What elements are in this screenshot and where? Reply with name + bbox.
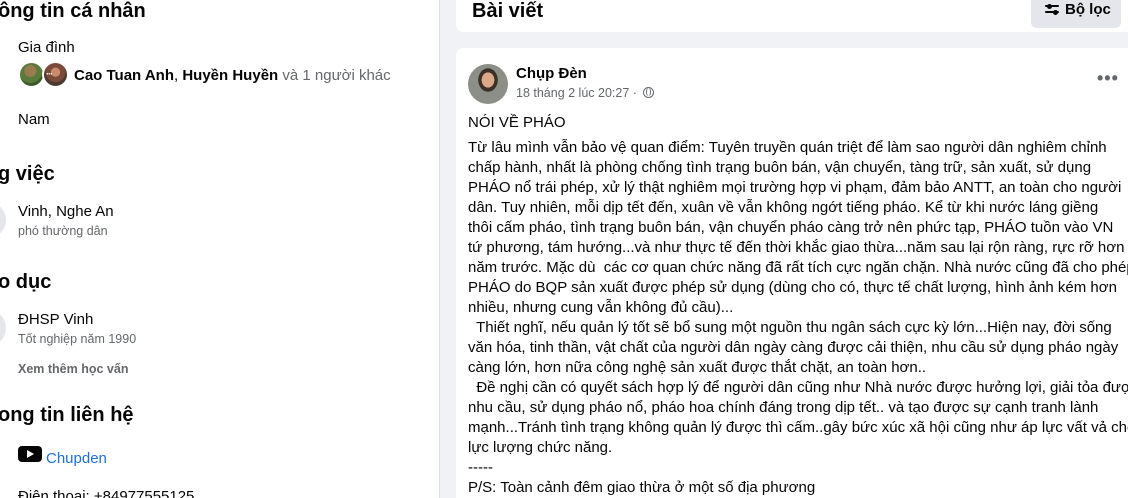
family-member-link[interactable]: Huyền Huyền: [182, 67, 278, 84]
phone-text: Điện thoại: +84977555125: [18, 488, 195, 498]
globe-icon[interactable]: [643, 87, 655, 98]
see-more-education-link[interactable]: Xem thêm học vấn: [18, 362, 128, 376]
youtube-icon: [18, 446, 42, 462]
post-line: PHÁO nổ trái phép, xử lý thật nghiêm mọi…: [468, 179, 1122, 196]
work-section-title: g việc: [0, 163, 55, 185]
post-card: Chụp Đèn 18 tháng 2 lúc 20:27 · ••• NÓI …: [456, 48, 1128, 498]
post-line: nhu cầu, sử dụng pháo nổ, pháo hoa chính…: [468, 399, 1099, 416]
contact-section-title: ong tin liên hệ: [0, 404, 134, 426]
post-timestamp[interactable]: 18 tháng 2 lúc 20:27: [516, 86, 629, 100]
school-name[interactable]: ĐHSP Vinh: [18, 311, 93, 328]
posts-header: Bài viết Bộ lọc: [456, 0, 1128, 32]
post-line: tứ phương, tám hướng...và như thực tế đế…: [468, 239, 1125, 256]
author-name[interactable]: Chụp Đèn: [516, 65, 587, 82]
work-place: Vinh, Nghe An: [18, 203, 114, 220]
filter-button[interactable]: Bộ lọc: [1031, 0, 1121, 28]
post-line: dân. Tuy nhiên, mỗi dịp tết đến, xuân về…: [468, 199, 1099, 216]
school-avatar: [0, 310, 6, 346]
post-line: nhiều, nhưng cung vẫn không đủ cầu)...: [468, 299, 734, 316]
post-line: mạnh...Tránh tình trạng không quản lý đư…: [468, 419, 1128, 436]
post-meta: 18 tháng 2 lúc 20:27 ·: [516, 86, 655, 100]
more-dots-icon: ···: [46, 69, 53, 79]
post-line: P/S: Toàn cảnh đêm giao thừa ở một số đị…: [468, 479, 816, 496]
family-avatar-1[interactable]: [18, 61, 45, 88]
profile-intro-card: ông tin cá nhân Gia đình ··· Cao Tuan An…: [0, 0, 440, 498]
post-line: năm trước. Mặc dù các cơ quan chức năng …: [468, 259, 1128, 276]
filter-label: Bộ lọc: [1065, 1, 1111, 18]
family-member-link[interactable]: Cao Tuan Anh: [74, 67, 174, 84]
family-others-link[interactable]: và 1 người khác: [278, 67, 390, 84]
post-line: Từ lâu mình vẫn bảo vệ quan điểm: Tuyên …: [468, 139, 1107, 156]
posts-title: Bài viết: [472, 0, 544, 22]
meta-separator: ·: [629, 86, 641, 100]
author-avatar[interactable]: [468, 64, 508, 104]
intro-section-title: ông tin cá nhân: [0, 0, 146, 22]
graduation-year: Tốt nghiệp năm 1990: [18, 332, 137, 346]
work-role: phó thường dân: [18, 224, 108, 238]
post-heading: NÓI VỀ PHÁO: [468, 114, 566, 131]
filter-sliders-icon: [1045, 3, 1059, 15]
family-label: Gia đình: [18, 39, 75, 56]
post-line: văn hóa, tinh thần, vật chất của người d…: [468, 339, 1119, 356]
edu-section-title: o dục: [0, 271, 52, 293]
post-line: PHÁO do BQP sản xuất được phép sử dụng (…: [468, 279, 1117, 296]
post-line: lực lượng chức năng.: [468, 439, 613, 456]
post-line: càng lớn, hơn nữa công nghệ sản xuất đượ…: [468, 359, 927, 376]
gender-text: Nam: [18, 111, 50, 128]
post-line: -----: [468, 459, 493, 476]
post-line: Thiết nghĩ, nếu quản lý tốt sẽ bổ sung m…: [468, 319, 1112, 336]
youtube-channel-link[interactable]: Chupden: [46, 450, 107, 467]
work-avatar: [0, 202, 6, 238]
more-options-icon[interactable]: •••: [1097, 68, 1119, 89]
family-avatars[interactable]: ···: [18, 61, 70, 89]
post-line: Đề nghị cần có quyết sách hợp lý để ngườ…: [468, 379, 1128, 396]
post-body: Từ lâu mình vẫn bảo vệ quan điểm: Tuyên …: [468, 138, 1128, 498]
family-members: Cao Tuan Anh, Huyền Huyền và 1 người khá…: [74, 67, 391, 84]
post-line: chấp hành, nhất là phòng chống tình trạn…: [468, 159, 1092, 176]
post-line: thôi cấm pháo, tình trạng buôn bán, vận …: [468, 219, 1114, 236]
